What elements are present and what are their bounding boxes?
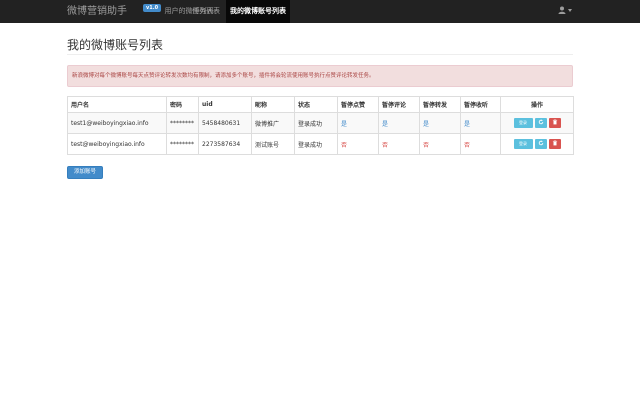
delete-button[interactable] (548, 118, 561, 128)
delete-button[interactable] (548, 139, 561, 149)
col-uid: uid (198, 96, 252, 113)
brand-title[interactable]: 微博营销助手 (67, 0, 127, 23)
col-pause-forward: 暂停转发 (419, 96, 461, 113)
col-pause-comment: 暂停评论 (378, 96, 420, 113)
cell-password: ******** (166, 112, 199, 134)
cell-username: test@weiboyingxiao.info (67, 133, 167, 155)
cell-password: ******** (166, 133, 199, 155)
col-status: 状态 (294, 96, 338, 113)
table-row: test1@weiboyingxiao.info ******** 545848… (67, 112, 574, 134)
title-divider (67, 54, 573, 55)
refresh-button[interactable] (534, 118, 547, 128)
user-menu[interactable] (558, 0, 572, 23)
add-account-button[interactable]: 添加账号 (67, 166, 103, 179)
toggle-pause-follow[interactable]: 否 (460, 133, 501, 155)
col-nickname: 昵称 (251, 96, 295, 113)
trash-icon (552, 119, 557, 125)
refresh-button[interactable] (534, 139, 547, 149)
toggle-pause-like[interactable]: 否 (337, 133, 379, 155)
table-header-row: 用户名 密码 uid 昵称 状态 暂停点赞 暂停评论 暂停转发 暂停收听 操作 (67, 96, 574, 113)
row-actions: 登录 (500, 133, 574, 155)
accounts-table: 用户名 密码 uid 昵称 状态 暂停点赞 暂停评论 暂停转发 暂停收听 操作 … (67, 96, 574, 155)
nav-task-list[interactable]: 任务列表 (190, 0, 222, 23)
cell-status: 登录成功 (294, 112, 338, 134)
chevron-down-icon (568, 9, 572, 12)
row-actions: 登录 (500, 112, 574, 134)
cell-nickname: 微博推广 (251, 112, 295, 134)
cell-uid: 5458480631 (198, 112, 252, 134)
page-title: 我的微博账号列表 (67, 38, 164, 52)
toggle-pause-comment[interactable]: 否 (378, 133, 420, 155)
navbar: 微博营销助手 v1.0 用户的微博列表 任务列表 我的微博账号列表 (0, 0, 640, 23)
user-icon (558, 1, 566, 14)
limit-alert: 新浪微博对每个微博账号每天点赞评论转发次数均有限制，请添加多个账号，插件将会轮流… (67, 65, 573, 87)
refresh-icon (538, 119, 543, 125)
col-username: 用户名 (67, 96, 167, 113)
toggle-pause-comment[interactable]: 是 (378, 112, 420, 134)
col-pause-like: 暂停点赞 (337, 96, 379, 113)
cell-uid: 2273587634 (198, 133, 252, 155)
login-button[interactable]: 登录 (513, 139, 533, 149)
toggle-pause-forward[interactable]: 是 (419, 112, 461, 134)
col-pause-follow: 暂停收听 (460, 96, 501, 113)
col-password: 密码 (166, 96, 199, 113)
cell-status: 登录成功 (294, 133, 338, 155)
toggle-pause-like[interactable]: 是 (337, 112, 379, 134)
toggle-pause-follow[interactable]: 是 (460, 112, 501, 134)
table-row: test@weiboyingxiao.info ******** 2273587… (67, 133, 574, 155)
login-button[interactable]: 登录 (513, 118, 533, 128)
trash-icon (552, 140, 557, 146)
version-badge: v1.0 (143, 4, 162, 12)
nav-my-accounts[interactable]: 我的微博账号列表 (226, 0, 290, 23)
cell-nickname: 测试账号 (251, 133, 295, 155)
toggle-pause-forward[interactable]: 否 (419, 133, 461, 155)
refresh-icon (538, 140, 543, 146)
cell-username: test1@weiboyingxiao.info (67, 112, 167, 134)
col-actions: 操作 (500, 96, 574, 113)
